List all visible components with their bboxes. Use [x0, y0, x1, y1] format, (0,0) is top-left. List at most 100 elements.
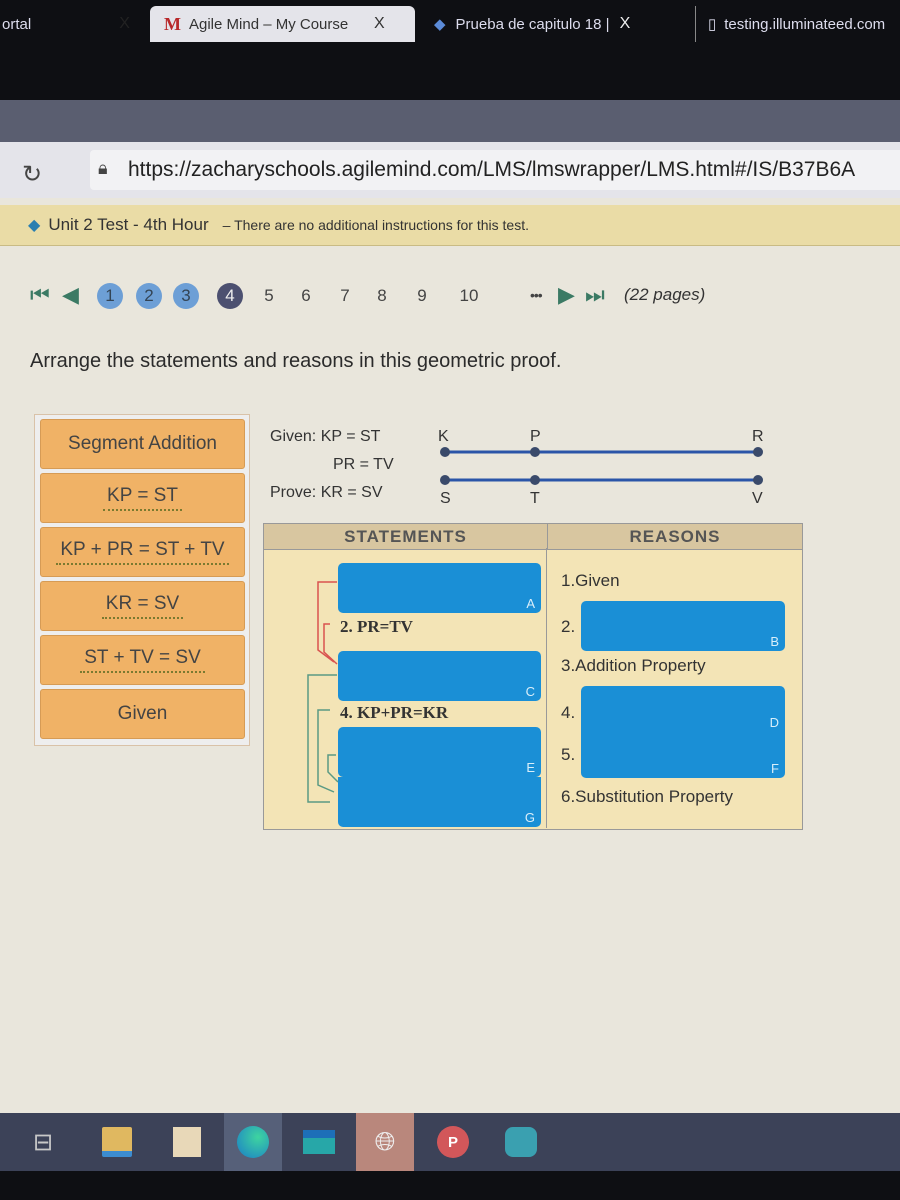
- page-6-button[interactable]: 6: [293, 283, 319, 309]
- label-p: P: [530, 428, 541, 445]
- label-k: K: [438, 428, 449, 445]
- tab-portal[interactable]: ortal X: [0, 6, 152, 42]
- tab-label: testing.illuminateed.com: [724, 15, 886, 33]
- close-icon[interactable]: X: [119, 15, 130, 33]
- segment-diagram: [440, 447, 763, 485]
- statement-2: 2. PR=TV: [340, 617, 413, 636]
- point-v: [753, 475, 763, 485]
- dependency-arrows: [307, 581, 339, 803]
- slot-letter: A: [526, 596, 535, 611]
- point-k: [440, 447, 450, 457]
- slot-letter: C: [525, 684, 535, 699]
- test-instructions: – There are no additional instructions f…: [222, 217, 529, 233]
- tile-kp-st[interactable]: KP = ST: [40, 473, 245, 523]
- arrow-e-to-g: [327, 754, 339, 783]
- reason-4-number: 4.: [561, 703, 576, 722]
- label-s: S: [440, 490, 451, 507]
- page-10-button[interactable]: 10: [451, 283, 487, 309]
- given-statement: Given: KP = ST: [270, 428, 381, 445]
- reason-2-number: 2.: [561, 617, 576, 636]
- next-page-icon[interactable]: ▶: [558, 282, 575, 308]
- point-p: [530, 447, 540, 457]
- test-banner: ◆ Unit 2 Test - 4th Hour – There are no …: [0, 205, 900, 246]
- reasons-header: REASONS: [629, 527, 721, 546]
- statement-slot-e[interactable]: E: [338, 727, 541, 777]
- edge-icon[interactable]: [224, 1113, 282, 1171]
- statements-header: STATEMENTS: [264, 524, 548, 549]
- url-input[interactable]: 🔒︎ https://zacharyschools.agilemind.com/…: [90, 150, 900, 190]
- slot-letter: F: [771, 761, 779, 776]
- statement-slot-c[interactable]: C: [338, 651, 541, 701]
- tab-favicon-icon: ◆: [434, 16, 446, 33]
- tile-st-tv-sv[interactable]: ST + TV = SV: [40, 635, 245, 685]
- prove-statement: Prove: KR = SV: [270, 484, 383, 501]
- camera-icon[interactable]: [492, 1113, 550, 1171]
- refresh-icon[interactable]: ↻: [22, 160, 42, 189]
- statement-slot-g[interactable]: G: [338, 777, 541, 827]
- question-prompt: Arrange the statements and reasons in th…: [30, 350, 562, 372]
- page-count: (22 pages): [624, 285, 706, 304]
- tile-given[interactable]: Given: [40, 689, 245, 739]
- page-8-button[interactable]: 8: [369, 283, 395, 309]
- answer-tile-bank: Segment Addition KP = ST KP + PR = ST + …: [34, 414, 250, 746]
- prev-page-icon[interactable]: ◀: [62, 282, 79, 308]
- page-4-button[interactable]: 4: [217, 283, 243, 309]
- url-text: https://zacharyschools.agilemind.com/LMS…: [128, 158, 856, 181]
- page-5-button[interactable]: 5: [256, 283, 282, 309]
- reason-6: 6.Substitution Property: [561, 787, 733, 806]
- column-divider: [546, 548, 547, 828]
- powerpoint-icon[interactable]: P: [424, 1113, 482, 1171]
- last-page-icon[interactable]: ⏭: [585, 282, 605, 308]
- tile-label: Given: [117, 703, 168, 724]
- tile-label: ST + TV = SV: [80, 647, 205, 673]
- tile-segment-addition[interactable]: Segment Addition: [40, 419, 245, 469]
- label-v: V: [752, 490, 763, 507]
- arrow-4-to-g: [317, 709, 335, 793]
- reason-5-number: 5.: [561, 745, 576, 764]
- page-2-button[interactable]: 2: [136, 283, 162, 309]
- arrow-2-to-c: [323, 623, 338, 665]
- arrow-c-to-g: [307, 674, 337, 803]
- reason-slot-d[interactable]: D: [581, 686, 785, 732]
- pager-ellipsis[interactable]: •••: [530, 287, 543, 303]
- reason-slot-b[interactable]: B: [581, 601, 785, 651]
- mail-icon[interactable]: [290, 1113, 348, 1171]
- store-icon[interactable]: [158, 1113, 216, 1171]
- reason-slot-f[interactable]: F: [581, 732, 785, 778]
- slot-letter: D: [769, 715, 779, 730]
- tile-kr-sv[interactable]: KR = SV: [40, 581, 245, 631]
- close-icon[interactable]: X: [620, 15, 631, 33]
- tab-agile-mind[interactable]: M Agile Mind – My Course X: [150, 6, 415, 42]
- page-9-button[interactable]: 9: [409, 283, 435, 309]
- lock-icon: 🔒︎: [98, 158, 108, 178]
- slot-letter: G: [524, 810, 535, 825]
- statement-slot-a[interactable]: A: [338, 563, 541, 613]
- point-t: [530, 475, 540, 485]
- tile-sum-equation[interactable]: KP + PR = ST + TV: [40, 527, 245, 577]
- first-page-icon[interactable]: ⏮: [30, 282, 50, 308]
- tab-label: ortal: [2, 15, 32, 33]
- statement-4: 4. KP+PR=KR: [340, 703, 449, 722]
- given-statement-2: PR = TV: [333, 456, 394, 473]
- tab-illuminate[interactable]: ▯ testing.illuminateed.com: [695, 6, 900, 42]
- tab-prueba[interactable]: ◆ Prueba de capitulo 18 | X: [430, 6, 684, 42]
- label-t: T: [530, 490, 540, 507]
- agile-mind-logo-icon: M: [164, 13, 181, 34]
- slot-letter: E: [526, 760, 535, 775]
- page-3-button[interactable]: 3: [173, 283, 199, 309]
- reason-3: 3.Addition Property: [561, 656, 706, 675]
- page-1-button[interactable]: 1: [97, 283, 123, 309]
- file-explorer-icon[interactable]: [88, 1113, 146, 1171]
- close-icon[interactable]: X: [374, 15, 385, 33]
- tab-strip: [0, 100, 900, 142]
- page-7-button[interactable]: 7: [332, 283, 358, 309]
- task-view-icon[interactable]: ⊟: [14, 1113, 72, 1171]
- slot-letter: B: [770, 634, 779, 649]
- point-s: [440, 475, 450, 485]
- tab-label: Agile Mind – My Course: [189, 15, 349, 33]
- tile-label: Segment Addition: [68, 433, 217, 454]
- test-title: Unit 2 Test - 4th Hour: [48, 215, 209, 234]
- globe-icon[interactable]: 🌐︎: [356, 1113, 414, 1171]
- test-icon: ◆: [28, 217, 41, 234]
- tile-label: KP = ST: [103, 485, 182, 511]
